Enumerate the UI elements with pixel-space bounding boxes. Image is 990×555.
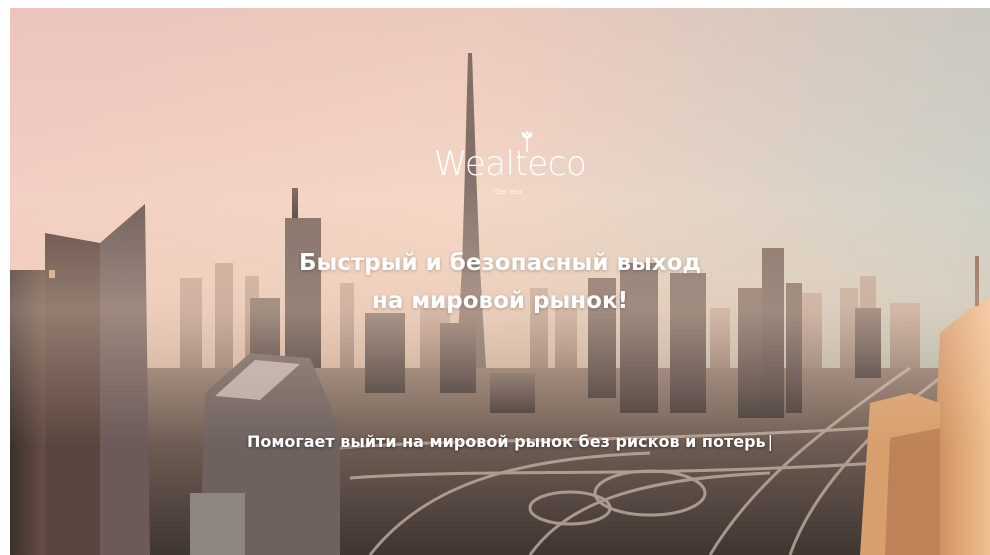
headline-line-1: Быстрый и безопасный выход [298,250,702,276]
logo-wordmark: Wealteco [433,144,587,184]
headline-line-2: на мировой рынок! [371,288,629,314]
left-towers [10,204,150,555]
right-towers [860,256,990,555]
hero-headline: Быстрый и безопасный выход на мировой ры… [260,244,740,320]
hero-subheadline: Помогает выйти на мировой рынок без риск… [200,431,820,453]
brand-logo[interactable]: Wealteco Get eco [425,130,595,205]
tall-tower [456,53,486,368]
typed-subheadline-text: Помогает выйти на мировой рынок без риск… [246,432,766,451]
hero-section: Wealteco Get eco Быстрый и безопасный вы… [10,8,990,555]
typing-caret: | [767,432,774,451]
logo-tagline: Get eco [495,188,523,196]
